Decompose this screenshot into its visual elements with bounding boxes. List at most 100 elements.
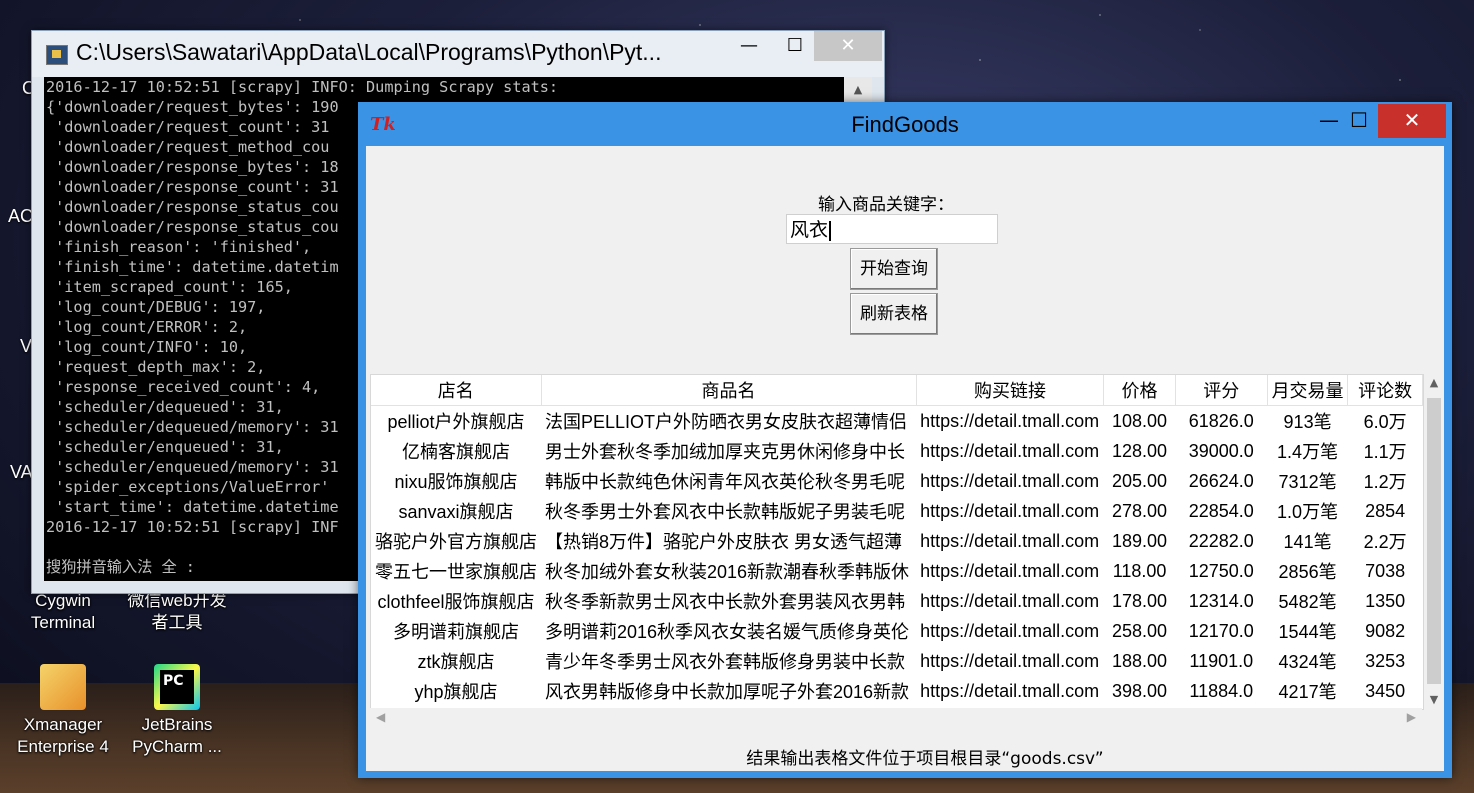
table-cell: https://detail.tmall.com <box>920 650 1100 671</box>
table-cell: https://detail.tmall.com <box>920 530 1100 551</box>
table-cell: 1.0万笔 <box>1277 502 1339 522</box>
table-cell: 多明谱莉2016秋季风衣女装名媛气质修身英伦 <box>545 622 910 642</box>
desktop-icon-wechat-devtools[interactable]: 微信web开发 者工具 <box>122 590 232 634</box>
maximize-button[interactable]: ☐ <box>1336 104 1382 138</box>
xmanager-icon <box>40 664 86 710</box>
table-row[interactable]: 骆驼户外官方旗舰店 【热销8万件】骆驼户外皮肤衣 男女透气超薄 https://de… <box>371 526 1423 556</box>
table-cell: 7312笔 <box>1278 472 1337 492</box>
table-row[interactable]: nixu服饰旗舰店 韩版中长款纯色休闲青年风衣英伦秋冬男毛呢 https://det… <box>371 466 1423 496</box>
desktop-icon-pycharm[interactable]: PC JetBrains PyCharm ... <box>122 664 232 758</box>
table-row[interactable]: pelliot户外旗舰店 法国PELLIOT户外防晒衣男女皮肤衣超薄情侣 https… <box>371 406 1423 437</box>
table-cell: 12170.0 <box>1188 620 1254 641</box>
findgoods-client-area: 输入商品关键字： 风衣 开始查询 刷新表格 店名 商品名 购买链接 价格 评分 月交易量评… <box>366 146 1444 771</box>
table-cell: 9082 <box>1365 620 1406 641</box>
table-cell: 1544笔 <box>1278 622 1337 642</box>
findgoods-titlebar[interactable]: Tk FindGoods — ☐ ✕ <box>358 102 1452 146</box>
column-header[interactable]: 价格 <box>1103 375 1176 406</box>
table-cell: 法国PELLIOT户外防晒衣男女皮肤衣超薄情侣 <box>545 412 908 432</box>
table-cell: 亿楠客旗舰店 <box>402 442 510 462</box>
table-cell: 3253 <box>1365 650 1406 671</box>
desktop-icon-label: PyCharm ... <box>132 737 222 756</box>
table-cell: 1.4万笔 <box>1277 442 1339 462</box>
goods-table[interactable]: 店名 商品名 购买链接 价格 评分 月交易量 评论数 pelliot户外旗舰店 法国PELLI… <box>370 374 1424 710</box>
desktop-edge-label: AC <box>8 206 34 226</box>
console-titlebar[interactable]: C:\Users\Sawatari\AppData\Local\Programs… <box>32 31 884 77</box>
table-row[interactable]: yhp旗舰店 风衣男韩版修身中长款加厚呢子外套2016新款 https://deta… <box>371 676 1423 706</box>
table-cell: 22854.0 <box>1188 500 1254 521</box>
desktop-icon-cygwin[interactable]: Cygwin Terminal <box>8 590 118 634</box>
table-cell: https://detail.tmall.com <box>920 680 1100 701</box>
table-cell: 5482笔 <box>1278 592 1337 612</box>
table-cell: 178.00 <box>1112 590 1168 611</box>
scroll-up-icon[interactable]: ▲ <box>1424 376 1444 389</box>
table-cell: 秋冬季男士外套风衣中长款韩版妮子男装毛呢 <box>545 502 905 522</box>
table-cell: 3450 <box>1365 680 1406 701</box>
desktop-icon-label: Terminal <box>30 613 96 632</box>
console-line: 2016-12-17 10:52:51 [scrapy] INFO: Dumpi… <box>46 78 559 96</box>
refresh-table-button[interactable]: 刷新表格 <box>850 293 938 335</box>
findgoods-window[interactable]: Tk FindGoods — ☐ ✕ 输入商品关键字： 风衣 开始查询 刷新表格… <box>358 102 1452 778</box>
table-row[interactable]: sanvaxi旗舰店 秋冬季男士外套风衣中长款韩版妮子男装毛呢 https://de… <box>371 496 1423 526</box>
table-vertical-scrollbar[interactable]: ▲ ▼ <box>1424 374 1444 708</box>
python-icon <box>46 45 68 65</box>
minimize-button[interactable]: — <box>726 31 772 61</box>
table-cell: 11901.0 <box>1189 650 1254 671</box>
table-row[interactable]: 多明谱莉旗舰店 多明谱莉2016秋季风衣女装名媛气质修身英伦 https://det… <box>371 616 1423 646</box>
table-cell: 2.2万 <box>1363 532 1407 552</box>
search-button[interactable]: 开始查询 <box>850 248 938 290</box>
scroll-right-icon[interactable]: ▶ <box>1407 710 1416 724</box>
table-cell: 4324笔 <box>1278 652 1337 672</box>
table-row[interactable]: 亿楠客旗舰店 男士外套秋冬季加绒加厚夹克男休闲修身中长 https://detail… <box>371 436 1423 466</box>
table-row[interactable]: 零五七一世家旗舰店 秋冬加绒外套女秋装2016新款潮春秋季韩版休 https://d… <box>371 556 1423 586</box>
close-button[interactable]: ✕ <box>1378 104 1446 138</box>
desktop-icon-xmanager[interactable]: Xmanager Enterprise 4 <box>8 664 118 758</box>
table-cell: 2854 <box>1365 500 1406 521</box>
table-cell: https://detail.tmall.com <box>920 590 1100 611</box>
output-file-note: 结果输出表格文件位于项目根目录“goods.csv” <box>746 749 1104 769</box>
table-cell: 258.00 <box>1112 620 1168 641</box>
table-cell: https://detail.tmall.com <box>920 500 1100 521</box>
column-header[interactable]: 评分 <box>1175 375 1268 406</box>
table-cell: 12314.0 <box>1188 590 1254 611</box>
table-cell: 1.2万 <box>1363 472 1407 492</box>
table-row[interactable]: clothfeel服饰旗舰店 秋冬季新款男士风衣中长款外套男装风衣男韩 https:… <box>371 586 1423 616</box>
maximize-button[interactable]: ☐ <box>772 31 818 61</box>
table-cell: 11884.0 <box>1189 680 1254 701</box>
pycharm-icon: PC <box>154 664 200 710</box>
table-cell: https://detail.tmall.com <box>920 470 1100 491</box>
table-cell: 6.0万 <box>1363 412 1407 432</box>
column-header[interactable]: 月交易量 <box>1267 375 1349 406</box>
table-cell: 男士外套秋冬季加绒加厚夹克男休闲修身中长 <box>545 442 905 462</box>
scroll-down-icon[interactable]: ▼ <box>1424 693 1444 706</box>
table-cell: 189.00 <box>1112 530 1168 551</box>
scroll-left-icon[interactable]: ◀ <box>376 710 385 724</box>
column-header[interactable]: 店名 <box>371 375 542 406</box>
table-row[interactable]: ztk旗舰店 青少年冬季男士风衣外套韩版修身男装中长款 https://detail… <box>371 646 1423 676</box>
keyword-input[interactable]: 风衣 <box>786 214 998 244</box>
table-cell: https://detail.tmall.com <box>920 440 1100 461</box>
table-cell: 26624.0 <box>1188 470 1254 491</box>
table-cell: yhp旗舰店 <box>414 682 498 702</box>
column-header[interactable]: 商品名 <box>541 375 917 406</box>
table-cell: 骆驼户外官方旗舰店 <box>375 532 537 552</box>
table-horizontal-scrollbar[interactable]: ◀ ▶ <box>370 708 1422 730</box>
table-cell: 118.00 <box>1112 560 1167 581</box>
keyword-label: 输入商品关键字： <box>818 195 954 215</box>
table-cell: https://detail.tmall.com <box>920 410 1100 431</box>
table-cell: https://detail.tmall.com <box>920 560 1100 581</box>
scroll-up-icon[interactable]: ▲ <box>844 77 872 103</box>
close-button[interactable]: ✕ <box>814 31 882 61</box>
scroll-thumb[interactable] <box>1427 398 1441 684</box>
table-cell: clothfeel服饰旗舰店 <box>377 592 535 612</box>
table-cell: 12750.0 <box>1188 560 1254 581</box>
table-cell: 秋冬加绒外套女秋装2016新款潮春秋季韩版休 <box>545 562 910 582</box>
table-cell: nixu服饰旗舰店 <box>394 472 518 492</box>
column-header[interactable]: 购买链接 <box>916 375 1105 406</box>
table-cell: 2856笔 <box>1278 562 1337 582</box>
column-header[interactable]: 评论数 <box>1347 375 1423 406</box>
table-cell: 7038 <box>1365 560 1406 581</box>
table-cell: 913笔 <box>1283 412 1332 432</box>
desktop-icon-label: Enterprise 4 <box>17 737 109 756</box>
table-cell: 278.00 <box>1112 500 1168 521</box>
table-cell: https://detail.tmall.com <box>920 620 1100 641</box>
